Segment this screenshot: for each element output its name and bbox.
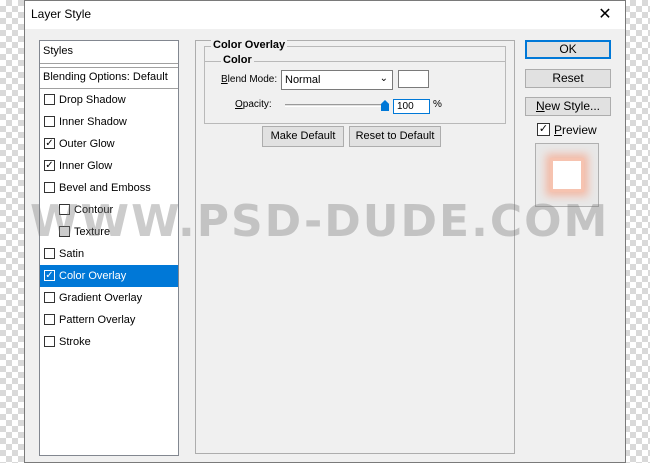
opacity-percent-unit: % [433, 99, 442, 110]
style-item-checkbox[interactable]: ✓ [44, 160, 55, 171]
new-style-accel: N [535, 99, 545, 113]
ok-button[interactable]: OK [525, 40, 611, 59]
styles-header-item[interactable]: Styles [40, 41, 178, 64]
style-items-list: Drop Shadow Inner Shadow ✓ Outer Glow ✓ Inner… [40, 89, 178, 353]
color-subgroup: Color Blend Mode: Normal ⌄ Opacity: 100 … [205, 54, 505, 123]
preview-label: Preview [554, 123, 597, 137]
color-overlay-group: Color Overlay Color Blend Mode: Normal ⌄… [204, 39, 506, 124]
section-title: Color Overlay [211, 39, 288, 51]
style-item-label: Satin [59, 248, 85, 260]
style-item-checkbox[interactable] [59, 226, 70, 237]
style-item-label: Inner Shadow [59, 116, 127, 128]
overlay-color-swatch[interactable] [398, 70, 429, 88]
opacity-slider-thumb[interactable] [381, 100, 389, 111]
blend-mode-accel: B [221, 74, 228, 85]
style-item-outer-glow[interactable]: ✓ Outer Glow [40, 133, 178, 155]
style-item-bevel-and-emboss[interactable]: Bevel and Emboss [40, 177, 178, 199]
style-item-label: Drop Shadow [59, 94, 126, 106]
color-overlay-panel: Color Overlay Color Blend Mode: Normal ⌄… [195, 39, 515, 454]
new-style-button[interactable]: New Style... [525, 97, 611, 116]
style-item-label: Stroke [59, 336, 91, 348]
style-item-checkbox[interactable] [44, 292, 55, 303]
opacity-label: Opacity: [235, 99, 272, 110]
layer-style-dialog: Layer Style ✕ Styles Blending Options: D… [24, 0, 626, 463]
style-item-stroke[interactable]: Stroke [40, 331, 178, 353]
preview-checkbox[interactable]: ✓ [537, 123, 550, 136]
reset-to-default-button[interactable]: Reset to Default [349, 126, 441, 147]
preview-label-text: review [562, 123, 597, 137]
style-item-color-overlay[interactable]: ✓ Color Overlay [40, 265, 178, 287]
style-preview-thumbnail [535, 143, 599, 207]
dialog-title: Layer Style [31, 7, 92, 21]
opacity-slider-track[interactable] [285, 104, 385, 107]
preview-accel: P [554, 123, 563, 137]
blend-mode-value: Normal [285, 74, 321, 86]
style-item-checkbox[interactable]: ✓ [44, 138, 55, 149]
style-item-checkbox[interactable] [44, 314, 55, 325]
style-item-inner-shadow[interactable]: Inner Shadow [40, 111, 178, 133]
style-item-contour[interactable]: Contour [40, 199, 178, 221]
style-item-label: Outer Glow [59, 138, 115, 150]
preview-glow-square [550, 158, 584, 192]
color-group-title: Color [221, 54, 254, 66]
blend-mode-label: Blend Mode: [221, 74, 277, 85]
style-item-checkbox[interactable] [44, 182, 55, 193]
style-item-checkbox[interactable]: ✓ [44, 270, 55, 281]
style-item-inner-glow[interactable]: ✓ Inner Glow [40, 155, 178, 177]
style-item-label: Texture [74, 226, 111, 238]
style-item-label: Bevel and Emboss [59, 182, 151, 194]
style-item-label: Color Overlay [59, 270, 127, 282]
opacity-accel: O [235, 99, 243, 110]
style-item-checkbox[interactable] [44, 116, 55, 127]
style-item-drop-shadow[interactable]: Drop Shadow [40, 89, 178, 111]
style-item-gradient-overlay[interactable]: Gradient Overlay [40, 287, 178, 309]
style-item-label: Pattern Overlay [59, 314, 136, 326]
style-item-checkbox[interactable] [44, 248, 55, 259]
style-item-label: Inner Glow [59, 160, 113, 172]
style-item-label: Contour [74, 204, 114, 216]
blend-mode-label-text: lend Mode: [227, 74, 278, 85]
style-item-texture[interactable]: Texture [40, 221, 178, 243]
new-style-label: ew Style... [544, 99, 601, 113]
blend-mode-select[interactable]: Normal ⌄ [281, 70, 393, 90]
reset-button[interactable]: Reset [525, 69, 611, 88]
style-item-pattern-overlay[interactable]: Pattern Overlay [40, 309, 178, 331]
style-item-satin[interactable]: Satin [40, 243, 178, 265]
styles-list-panel: Styles Blending Options: Default Drop Sh… [39, 40, 179, 456]
style-item-checkbox[interactable] [44, 94, 55, 105]
style-item-checkbox[interactable] [44, 336, 55, 347]
close-icon[interactable]: ✕ [595, 5, 615, 25]
blending-options-item[interactable]: Blending Options: Default [40, 67, 178, 89]
make-default-button[interactable]: Make Default [262, 126, 344, 147]
title-bar[interactable]: Layer Style ✕ [25, 1, 625, 29]
opacity-input[interactable]: 100 [393, 99, 430, 114]
style-item-label: Gradient Overlay [59, 292, 143, 304]
opacity-label-text: pacity: [242, 99, 272, 110]
style-item-checkbox[interactable] [59, 204, 70, 215]
chevron-down-icon: ⌄ [379, 73, 388, 84]
